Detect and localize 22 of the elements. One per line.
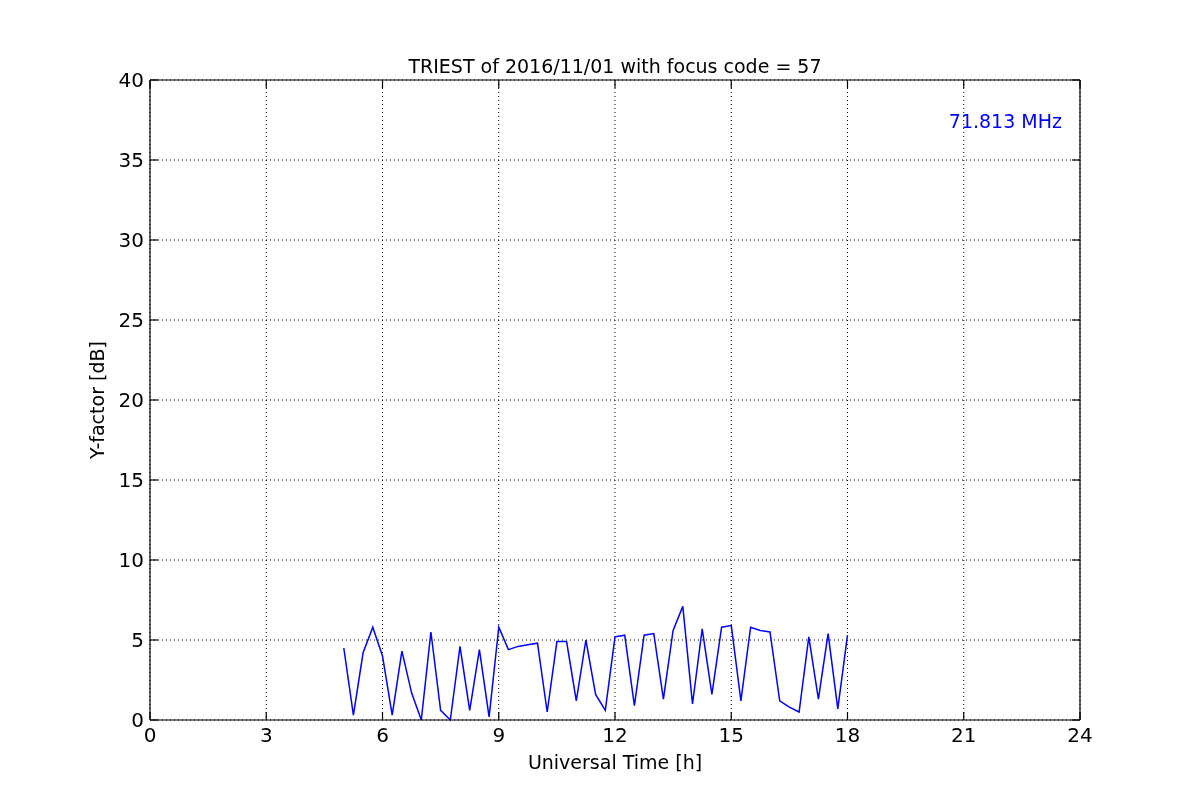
tick-label: 5 <box>131 628 144 652</box>
tick-label: 25 <box>118 308 144 332</box>
tick-label: 10 <box>118 548 144 572</box>
tick-label: 0 <box>131 708 144 732</box>
tick-label: 20 <box>118 388 144 412</box>
tick-label: 12 <box>602 723 628 747</box>
chart-title: TRIEST of 2016/11/01 with focus code = 57 <box>408 55 822 77</box>
tick-label: 15 <box>118 468 144 492</box>
tick-label: 24 <box>1067 723 1093 747</box>
tick-label: 35 <box>118 148 144 172</box>
tick-label: 0 <box>143 723 157 747</box>
tick-label: 18 <box>834 723 861 747</box>
tick-label: 15 <box>718 723 744 747</box>
tick-label: 21 <box>951 723 977 747</box>
legend-label: 71.813 MHz <box>948 110 1062 132</box>
y-axis-label: Y-factor [dB] <box>86 341 108 459</box>
tick-label: 9 <box>492 723 506 747</box>
tick-label: 40 <box>118 68 144 92</box>
x-axis-label: Universal Time [h] <box>527 751 703 773</box>
tick-label: 30 <box>118 228 144 252</box>
tick-label: 3 <box>259 723 273 747</box>
tick-label: 6 <box>376 723 389 747</box>
